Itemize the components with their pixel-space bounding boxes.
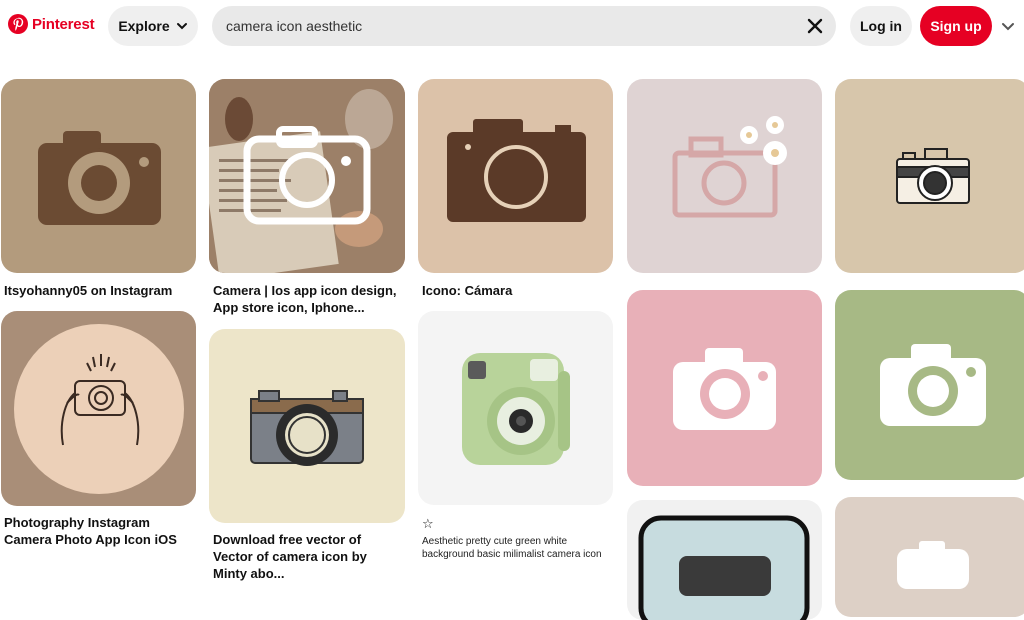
camera-icon xyxy=(638,515,810,620)
pin-image[interactable] xyxy=(1,311,196,506)
hands-camera-illustration xyxy=(14,324,184,494)
pin-image[interactable] xyxy=(835,79,1024,273)
pin-caption[interactable]: Icono: Cámara xyxy=(422,282,612,299)
search-input[interactable]: camera icon aesthetic xyxy=(212,6,836,46)
pin-image[interactable] xyxy=(1,79,196,273)
camera-icon xyxy=(897,541,969,589)
pin-image[interactable] xyxy=(627,79,822,273)
pin-description[interactable]: Aesthetic pretty cute green white backgr… xyxy=(422,535,612,561)
pin-caption[interactable]: Itsyohanny05 on Instagram xyxy=(4,282,194,299)
pin-image[interactable] xyxy=(627,500,822,620)
pin-caption[interactable]: ☆ xyxy=(422,515,612,532)
signup-button[interactable]: Sign up xyxy=(920,6,992,46)
pin-image[interactable] xyxy=(209,79,405,273)
pin-caption[interactable]: Camera | Ios app icon design, App store … xyxy=(213,282,403,316)
explore-button[interactable]: Explore xyxy=(108,6,198,46)
pin-caption[interactable]: Download free vector of Vector of camera… xyxy=(213,531,403,582)
pin-image[interactable] xyxy=(835,290,1024,480)
explore-label: Explore xyxy=(118,18,170,34)
logo-text: Pinterest xyxy=(32,15,95,33)
camera-icon xyxy=(896,148,970,204)
search-value: camera icon aesthetic xyxy=(226,18,363,34)
camera-icon xyxy=(38,131,161,225)
pin-caption[interactable]: Photography Instagram Camera Photo App I… xyxy=(4,514,194,548)
login-button[interactable]: Log in xyxy=(850,6,912,46)
pin-image[interactable] xyxy=(209,329,405,523)
pin-image[interactable] xyxy=(835,497,1024,617)
camera-icon xyxy=(672,116,787,218)
pin-image[interactable] xyxy=(627,290,822,486)
camera-icon xyxy=(447,119,586,222)
top-nav: Pinterest Explore camera icon aesthetic … xyxy=(0,0,1024,56)
close-icon[interactable] xyxy=(806,17,824,35)
pin-image[interactable] xyxy=(418,311,613,505)
chevron-down-icon[interactable] xyxy=(1000,18,1016,34)
pin-image[interactable] xyxy=(418,79,613,273)
camera-icon xyxy=(673,348,776,430)
chevron-down-icon xyxy=(176,23,187,30)
pinterest-logo[interactable]: Pinterest xyxy=(8,14,95,34)
camera-icon xyxy=(880,344,986,426)
instax-camera-photo xyxy=(462,353,570,465)
camera-icon xyxy=(209,79,405,273)
pinterest-logo-icon xyxy=(8,14,28,34)
camera-icon xyxy=(250,390,364,466)
